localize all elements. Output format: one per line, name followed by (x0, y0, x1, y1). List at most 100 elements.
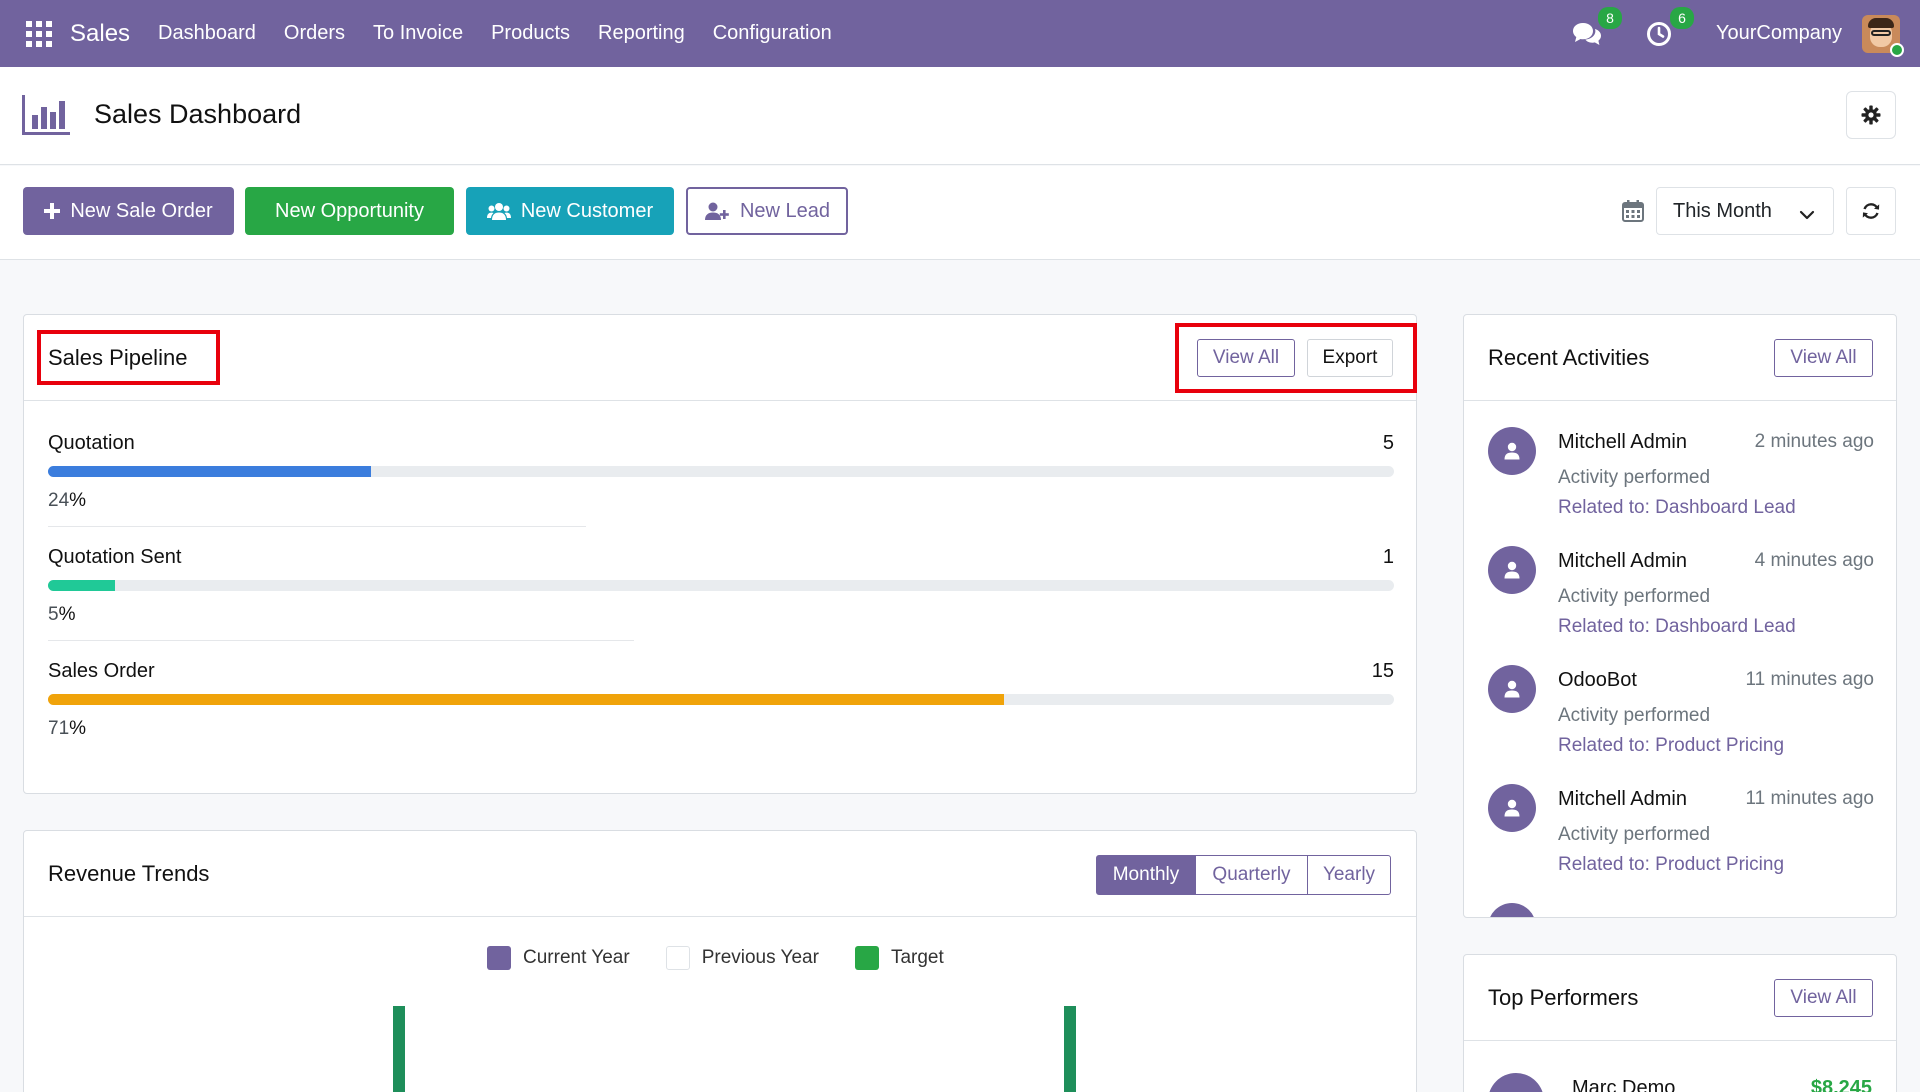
menu-products[interactable]: Products (491, 22, 570, 45)
activity-time: 11 minutes ago (1745, 788, 1874, 809)
activity-item[interactable]: Mitchell Admin 11 minutes ago Activity p… (1488, 784, 1874, 892)
legend-label: Target (890, 947, 944, 968)
pipeline-stage: Quotation Sent 1 5% (48, 546, 1394, 641)
activity-item[interactable]: Mitchell Admin 4 minutes ago Activity pe… (1488, 546, 1874, 654)
activity-user-name: Mitchell Admin (1558, 788, 1687, 810)
plus-icon (44, 203, 61, 219)
activity-avatar (1488, 546, 1536, 594)
user-menu[interactable] (1862, 14, 1904, 57)
users-icon (486, 201, 511, 221)
messages-button[interactable]: 8 (1572, 6, 1622, 49)
activity-item[interactable]: OdooBot 11 minutes ago Activity performe… (1488, 665, 1874, 773)
new-opportunity-button[interactable]: New Opportunity (245, 187, 454, 235)
activity-item[interactable]: Mitchell Admin 2 minutes ago Activity pe… (1488, 427, 1874, 535)
chevron-down-icon (1799, 204, 1815, 227)
stage-count: 5 (1382, 432, 1394, 454)
legend-current-year[interactable]: Current Year (487, 946, 630, 970)
refresh-button[interactable] (1846, 187, 1896, 235)
chat-icon (1572, 22, 1601, 45)
legend-target[interactable]: Target (854, 946, 944, 970)
new-customer-label: New Customer (520, 199, 654, 222)
new-lead-label: New Lead (739, 199, 831, 222)
stage-name: Quotation (48, 432, 135, 454)
activity-time: 4 minutes ago (1754, 550, 1874, 571)
period-select[interactable]: This Month (1656, 187, 1834, 235)
chart-bar-target (393, 1006, 405, 1092)
legend-label: Current Year (523, 947, 630, 968)
activity-user-name: OdooBot (1558, 669, 1637, 691)
stage-progress-track (48, 466, 1394, 477)
stage-progress-fill (48, 694, 1004, 705)
user-icon (1504, 680, 1520, 698)
settings-button[interactable] (1846, 91, 1896, 139)
period-yearly-button[interactable]: Yearly (1307, 855, 1391, 895)
app-brand[interactable]: Sales (70, 20, 130, 48)
top-performers-header: Top Performers View All (1464, 955, 1896, 1041)
performer-avatar (1488, 1073, 1544, 1092)
menu-to-invoice[interactable]: To Invoice (373, 22, 463, 45)
top-performers-card: Top Performers View All Marc Demo $8,245 (1463, 954, 1897, 1092)
activity-related-link[interactable]: Related to: Product Pricing (1558, 735, 1784, 757)
activities-view-all-button[interactable]: View All (1774, 339, 1873, 377)
menu-configuration[interactable]: Configuration (713, 22, 832, 45)
previous-year-swatch (665, 946, 690, 970)
page-title: Sales Dashboard (94, 99, 302, 129)
pipeline-stage: Quotation 5 24% (48, 432, 1394, 527)
new-opportunity-label: New Opportunity (275, 199, 424, 222)
activity-related-link[interactable]: Related to: Product Pricing (1558, 854, 1784, 876)
stage-percent: 24% (48, 490, 87, 511)
activity-description: Activity performed (1558, 586, 1711, 607)
activity-user-name: Mitchell Admin (1558, 550, 1687, 572)
activity-description: Activity performed (1558, 824, 1711, 845)
menu-dashboard[interactable]: Dashboard (158, 22, 256, 45)
legend-label: Previous Year (701, 947, 819, 968)
messages-count-badge: 8 (1597, 6, 1622, 29)
stage-progress-fill (48, 466, 372, 477)
period-select-value: This Month (1673, 199, 1772, 222)
stage-progress-track (48, 694, 1394, 705)
activity-item-partial[interactable] (1488, 903, 1874, 917)
revenue-trends-card: Revenue Trends Monthly Quarterly Yearly … (23, 830, 1417, 1092)
company-switcher[interactable]: YourCompany (1716, 22, 1842, 45)
period-toggle-group: Monthly Quarterly Yearly (1096, 855, 1391, 895)
menu-orders[interactable]: Orders (284, 22, 345, 45)
top-navbar: Sales Dashboard Orders To Invoice Produc… (0, 0, 1920, 67)
target-swatch (854, 946, 879, 970)
clock-icon (1646, 21, 1671, 46)
stage-progress-fill (48, 580, 116, 591)
recent-activities-card: Recent Activities View All Mitchell Admi… (1463, 314, 1897, 918)
activity-related-link[interactable]: Related to: Dashboard Lead (1558, 497, 1796, 519)
performers-view-all-button[interactable]: View All (1774, 979, 1873, 1017)
performer-name: Marc Demo (1572, 1077, 1676, 1092)
stage-name: Sales Order (48, 660, 155, 682)
user-icon (1504, 799, 1520, 817)
stage-divider (48, 526, 586, 527)
recent-activities-header: Recent Activities View All (1464, 315, 1896, 401)
control-panel: Sales Dashboard (0, 67, 1920, 165)
revenue-trends-title: Revenue Trends (48, 860, 210, 886)
apps-menu-icon[interactable] (26, 20, 52, 47)
activity-avatar (1488, 665, 1536, 713)
activity-avatar (1488, 784, 1536, 832)
stage-divider (48, 640, 634, 641)
new-customer-button[interactable]: New Customer (466, 187, 674, 235)
stage-count: 15 (1371, 660, 1394, 682)
performer-amount: $8,245 (1810, 1077, 1872, 1092)
activities-button[interactable]: 6 (1644, 6, 1694, 49)
activity-related-link[interactable]: Related to: Dashboard Lead (1558, 616, 1796, 638)
new-sale-order-button[interactable]: New Sale Order (23, 187, 234, 235)
revenue-trends-header: Revenue Trends Monthly Quarterly Yearly (24, 831, 1416, 917)
actions-highlight-box (1175, 323, 1417, 393)
period-quarterly-button[interactable]: Quarterly (1195, 855, 1308, 895)
activity-time: 11 minutes ago (1745, 669, 1874, 690)
add-user-icon (704, 201, 730, 221)
activities-count-badge: 6 (1669, 6, 1694, 29)
stage-percent: 5% (48, 604, 76, 625)
legend-previous-year[interactable]: Previous Year (665, 946, 819, 970)
online-status-dot (1890, 42, 1904, 57)
new-lead-button[interactable]: New Lead (686, 187, 848, 235)
menu-reporting[interactable]: Reporting (598, 22, 685, 45)
chart-bar-target (1064, 1006, 1076, 1092)
activity-avatar (1488, 903, 1536, 917)
period-monthly-button[interactable]: Monthly (1096, 855, 1196, 895)
